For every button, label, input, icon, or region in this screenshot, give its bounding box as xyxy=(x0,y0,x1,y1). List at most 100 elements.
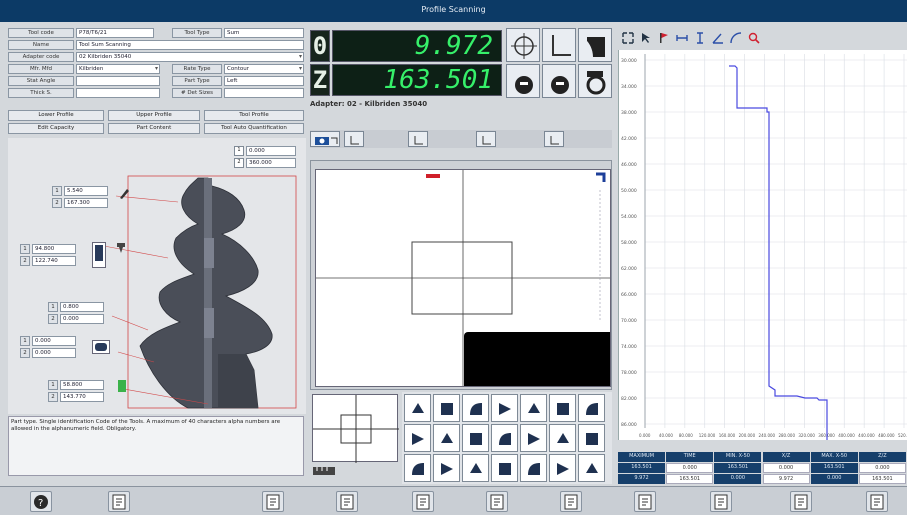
insert-shape-tile[interactable] xyxy=(578,424,605,452)
measure-x-icon[interactable] xyxy=(676,32,688,44)
insert-shape-tile[interactable] xyxy=(404,424,431,452)
insert-shape-tile[interactable] xyxy=(462,394,489,422)
view-3-button[interactable] xyxy=(476,131,496,147)
top-value-1[interactable]: 0.000 xyxy=(246,146,296,156)
edit-capacity-button[interactable]: Edit Capacity xyxy=(8,123,104,134)
pen-icon[interactable] xyxy=(118,186,130,200)
insert-shape-tile[interactable] xyxy=(491,454,518,482)
dim-value[interactable]: 0.000 xyxy=(32,348,76,358)
y-tick-label: 50.000 xyxy=(621,188,637,194)
thick-field[interactable] xyxy=(76,88,160,98)
ruler-icon[interactable] xyxy=(312,464,336,478)
crosshair-icon xyxy=(511,33,537,59)
insert-shape-tile[interactable] xyxy=(549,394,576,422)
tool-profile-button[interactable]: Tool Profile xyxy=(204,110,304,121)
center-crosshair-button[interactable] xyxy=(506,28,540,62)
insert-shape-tile[interactable] xyxy=(404,454,431,482)
lamp-icon xyxy=(515,76,533,94)
insert-shape-icon[interactable] xyxy=(92,242,106,268)
part-type-field[interactable]: Left xyxy=(224,76,304,86)
adapter-label: Adapter: 02 - Kilbriden 35040 xyxy=(310,100,428,108)
view-1-button[interactable] xyxy=(344,131,364,147)
top-value-2[interactable]: 360.000 xyxy=(246,158,296,168)
det-sizes-field[interactable] xyxy=(224,88,304,98)
probe-button[interactable] xyxy=(262,491,284,512)
zoom-icon[interactable] xyxy=(748,32,760,44)
name-field[interactable]: Tool Sum Scanning xyxy=(76,40,304,50)
insert-profile-icon[interactable] xyxy=(92,340,110,354)
dim-value[interactable]: 167.300 xyxy=(64,198,108,208)
dim-value[interactable]: 143.770 xyxy=(60,392,104,402)
help-button[interactable]: ? xyxy=(30,491,52,512)
settings-gear-button[interactable] xyxy=(412,491,434,512)
insert-shape-tile[interactable] xyxy=(404,394,431,422)
insert-shape-tile[interactable] xyxy=(549,424,576,452)
insert-shape-tile[interactable] xyxy=(462,454,489,482)
insert-shape-tile[interactable] xyxy=(520,424,547,452)
tool-info-button[interactable] xyxy=(108,491,130,512)
camera-image[interactable] xyxy=(315,169,611,387)
light-off-button[interactable] xyxy=(506,64,540,98)
fit-view-icon[interactable] xyxy=(622,32,634,44)
profile-graph[interactable]: 30.000 34.000 38.000 42.000 46.000 50.000 54.0… xyxy=(618,50,907,440)
navigator-crosshair xyxy=(313,395,399,463)
insert-shape-tile[interactable] xyxy=(433,424,460,452)
mini-navigator[interactable] xyxy=(312,394,399,463)
tool-shape-button[interactable] xyxy=(578,28,612,62)
file-button[interactable] xyxy=(710,491,732,512)
angle-icon[interactable] xyxy=(712,32,724,44)
dim-value[interactable]: 58.800 xyxy=(60,380,104,390)
dim-value[interactable]: 0.000 xyxy=(60,314,104,324)
stat-cell: Z/Z xyxy=(858,452,906,462)
probe-tool-button[interactable] xyxy=(578,64,612,98)
lower-profile-button[interactable]: Lower Profile xyxy=(8,110,104,121)
insert-shape-tile[interactable] xyxy=(520,454,547,482)
part-content-button[interactable]: Part Content xyxy=(108,123,200,134)
dim-value[interactable]: 5.540 xyxy=(64,186,108,196)
print-button[interactable] xyxy=(634,491,656,512)
insert-shape-tile[interactable] xyxy=(578,454,605,482)
insert-shape-tile[interactable] xyxy=(433,454,460,482)
dim-value[interactable]: 94.800 xyxy=(32,244,76,254)
tool-code-field[interactable]: P78/T6/21 xyxy=(76,28,154,38)
camera-view[interactable] xyxy=(310,160,612,390)
adapter-code-select[interactable]: 02 Kilbriden 35040 xyxy=(76,52,304,62)
mfr-select[interactable]: Kilbriden xyxy=(76,64,160,74)
tool-holder-icon[interactable] xyxy=(116,242,126,254)
dim-index: 2 xyxy=(20,256,30,266)
view-4-button[interactable] xyxy=(544,131,564,147)
insert-shape-tile[interactable] xyxy=(491,424,518,452)
axis-zero-button[interactable] xyxy=(542,28,576,62)
svg-text:?: ? xyxy=(38,498,43,509)
exit-button[interactable] xyxy=(866,491,888,512)
measure-button[interactable] xyxy=(486,491,508,512)
insert-shape-tile[interactable] xyxy=(433,394,460,422)
y-tick-label: 34.000 xyxy=(621,84,637,90)
view-2-button[interactable] xyxy=(408,131,428,147)
rate-type-select[interactable]: Contour xyxy=(224,64,304,74)
document-button[interactable] xyxy=(336,491,358,512)
auto-quantification-button[interactable]: Tool Auto Quantification xyxy=(204,123,304,134)
save-button[interactable] xyxy=(790,491,812,512)
insert-shape-tile[interactable] xyxy=(520,394,547,422)
light-on-button[interactable] xyxy=(542,64,576,98)
stat-cell: X/Z xyxy=(762,452,810,462)
y-tick-label: 66.000 xyxy=(621,292,637,298)
cursor-icon[interactable] xyxy=(640,32,652,44)
radius-icon[interactable] xyxy=(730,32,742,44)
dim-value[interactable]: 0.800 xyxy=(60,302,104,312)
tool-type-field[interactable]: Sum xyxy=(224,28,304,38)
probe-icon xyxy=(586,71,606,95)
dim-value[interactable]: 0.000 xyxy=(32,336,76,346)
dim-value[interactable]: 122.740 xyxy=(32,256,76,266)
upper-profile-button[interactable]: Upper Profile xyxy=(108,110,200,121)
back-arrow-button[interactable] xyxy=(560,491,582,512)
flag-icon[interactable] xyxy=(658,32,670,44)
camera-mode-button[interactable] xyxy=(310,131,340,147)
insert-shape-tile[interactable] xyxy=(491,394,518,422)
insert-shape-tile[interactable] xyxy=(578,394,605,422)
measure-z-icon[interactable] xyxy=(694,32,706,44)
insert-shape-tile[interactable] xyxy=(549,454,576,482)
insert-shape-tile[interactable] xyxy=(462,424,489,452)
stat-angle-field[interactable] xyxy=(76,76,160,86)
